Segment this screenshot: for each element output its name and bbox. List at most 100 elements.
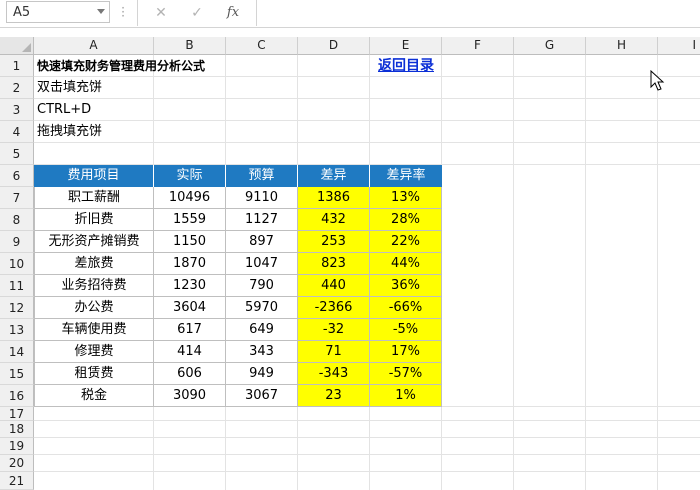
table-cell-actual[interactable]: 1230 — [154, 275, 226, 297]
table-cell-variance[interactable]: -343 — [298, 363, 370, 385]
row-header-15[interactable]: 15 — [0, 363, 34, 385]
table-header-actual[interactable]: 实际 — [154, 165, 226, 187]
table-header-item[interactable]: 费用项目 — [34, 165, 154, 187]
row-header-7[interactable]: 7 — [0, 187, 34, 209]
more-options-icon[interactable]: · · · — [121, 2, 125, 22]
table-cell-variance-rate[interactable]: -5% — [370, 319, 442, 341]
table-cell-item[interactable]: 无形资产摊销费 — [34, 231, 154, 253]
column-header-a[interactable]: A — [34, 37, 154, 55]
table-cell-item[interactable]: 职工薪酬 — [34, 187, 154, 209]
table-cell-variance[interactable]: 823 — [298, 253, 370, 275]
table-cell-variance-rate[interactable]: 17% — [370, 341, 442, 363]
row-header-1[interactable]: 1 — [0, 55, 34, 77]
gridline — [34, 437, 700, 438]
row-header-11[interactable]: 11 — [0, 275, 34, 297]
row-header-12[interactable]: 12 — [0, 297, 34, 319]
row-header-9[interactable]: 9 — [0, 231, 34, 253]
table-cell-actual[interactable]: 1870 — [154, 253, 226, 275]
table-cell-budget[interactable]: 1047 — [226, 253, 298, 275]
row-header-14[interactable]: 14 — [0, 341, 34, 363]
table-cell-budget[interactable]: 949 — [226, 363, 298, 385]
table-cell-variance[interactable]: 253 — [298, 231, 370, 253]
column-header-f[interactable]: F — [442, 37, 514, 55]
table-cell-item[interactable]: 差旅费 — [34, 253, 154, 275]
table-cell-variance[interactable]: 1386 — [298, 187, 370, 209]
formula-input[interactable] — [256, 0, 700, 26]
gridline — [34, 454, 700, 455]
row-header-16[interactable]: 16 — [0, 385, 34, 407]
table-cell-item[interactable]: 修理费 — [34, 341, 154, 363]
cell-a3[interactable]: CTRL+D — [34, 99, 154, 121]
table-cell-item[interactable]: 折旧费 — [34, 209, 154, 231]
table-cell-budget[interactable]: 9110 — [226, 187, 298, 209]
enter-icon[interactable]: ✓ — [186, 3, 208, 23]
table-cell-actual[interactable]: 606 — [154, 363, 226, 385]
table-cell-actual[interactable]: 617 — [154, 319, 226, 341]
table-cell-item[interactable]: 车辆使用费 — [34, 319, 154, 341]
table-cell-actual[interactable]: 3090 — [154, 385, 226, 407]
table-cell-variance[interactable]: -32 — [298, 319, 370, 341]
table-cell-variance-rate[interactable]: -57% — [370, 363, 442, 385]
table-header-variance-rate[interactable]: 差异率 — [370, 165, 442, 187]
row-header-8[interactable]: 8 — [0, 209, 34, 231]
table-cell-actual[interactable]: 1559 — [154, 209, 226, 231]
name-box[interactable]: A5 — [6, 1, 110, 23]
table-cell-item[interactable]: 租赁费 — [34, 363, 154, 385]
cell-a2[interactable]: 双击填充饼 — [34, 77, 154, 99]
table-cell-item[interactable]: 业务招待费 — [34, 275, 154, 297]
row-header-19[interactable]: 19 — [0, 438, 34, 455]
cancel-icon[interactable]: ✕ — [150, 3, 172, 23]
return-to-index-link[interactable]: 返回目录 — [370, 55, 442, 77]
row-header-4[interactable]: 4 — [0, 121, 34, 143]
table-cell-variance-rate[interactable]: 28% — [370, 209, 442, 231]
row-header-17[interactable]: 17 — [0, 407, 34, 421]
table-cell-variance[interactable]: -2366 — [298, 297, 370, 319]
table-cell-actual[interactable]: 414 — [154, 341, 226, 363]
row-header-18[interactable]: 18 — [0, 421, 34, 438]
column-header-c[interactable]: C — [226, 37, 298, 55]
cell-a4[interactable]: 拖拽填充饼 — [34, 121, 154, 143]
table-cell-variance[interactable]: 23 — [298, 385, 370, 407]
table-cell-variance[interactable]: 440 — [298, 275, 370, 297]
table-cell-actual[interactable]: 3604 — [154, 297, 226, 319]
row-header-13[interactable]: 13 — [0, 319, 34, 341]
table-cell-actual[interactable]: 10496 — [154, 187, 226, 209]
table-cell-variance-rate[interactable]: 22% — [370, 231, 442, 253]
table-cell-budget[interactable]: 897 — [226, 231, 298, 253]
row-header-10[interactable]: 10 — [0, 253, 34, 275]
row-header-2[interactable]: 2 — [0, 77, 34, 99]
row-header-21[interactable]: 21 — [0, 472, 34, 490]
table-cell-budget[interactable]: 649 — [226, 319, 298, 341]
table-cell-variance[interactable]: 71 — [298, 341, 370, 363]
column-header-i[interactable]: I — [658, 37, 700, 55]
column-header-h[interactable]: H — [586, 37, 658, 55]
row-header-20[interactable]: 20 — [0, 455, 34, 472]
select-all-corner[interactable] — [0, 37, 34, 55]
table-cell-budget[interactable]: 343 — [226, 341, 298, 363]
column-header-b[interactable]: B — [154, 37, 226, 55]
table-cell-variance[interactable]: 432 — [298, 209, 370, 231]
table-cell-item[interactable]: 办公费 — [34, 297, 154, 319]
table-header-budget[interactable]: 预算 — [226, 165, 298, 187]
row-header-6[interactable]: 6 — [0, 165, 34, 187]
insert-function-icon[interactable]: fx — [222, 3, 244, 23]
chevron-down-icon[interactable] — [97, 9, 105, 14]
table-cell-actual[interactable]: 1150 — [154, 231, 226, 253]
row-header-3[interactable]: 3 — [0, 99, 34, 121]
table-cell-item[interactable]: 税金 — [34, 385, 154, 407]
table-cell-variance-rate[interactable]: 36% — [370, 275, 442, 297]
table-cell-budget[interactable]: 5970 — [226, 297, 298, 319]
table-cell-variance-rate[interactable]: 1% — [370, 385, 442, 407]
column-header-d[interactable]: D — [298, 37, 370, 55]
row-header-5[interactable]: 5 — [0, 143, 34, 165]
table-cell-budget[interactable]: 790 — [226, 275, 298, 297]
column-header-g[interactable]: G — [514, 37, 586, 55]
table-cell-variance-rate[interactable]: 44% — [370, 253, 442, 275]
table-cell-budget[interactable]: 1127 — [226, 209, 298, 231]
table-cell-variance-rate[interactable]: 13% — [370, 187, 442, 209]
table-cell-variance-rate[interactable]: -66% — [370, 297, 442, 319]
cell-a1[interactable]: 快速填充财务管理费用分析公式 — [34, 55, 284, 77]
table-header-variance[interactable]: 差异 — [298, 165, 370, 187]
column-header-e[interactable]: E — [370, 37, 442, 55]
table-cell-budget[interactable]: 3067 — [226, 385, 298, 407]
